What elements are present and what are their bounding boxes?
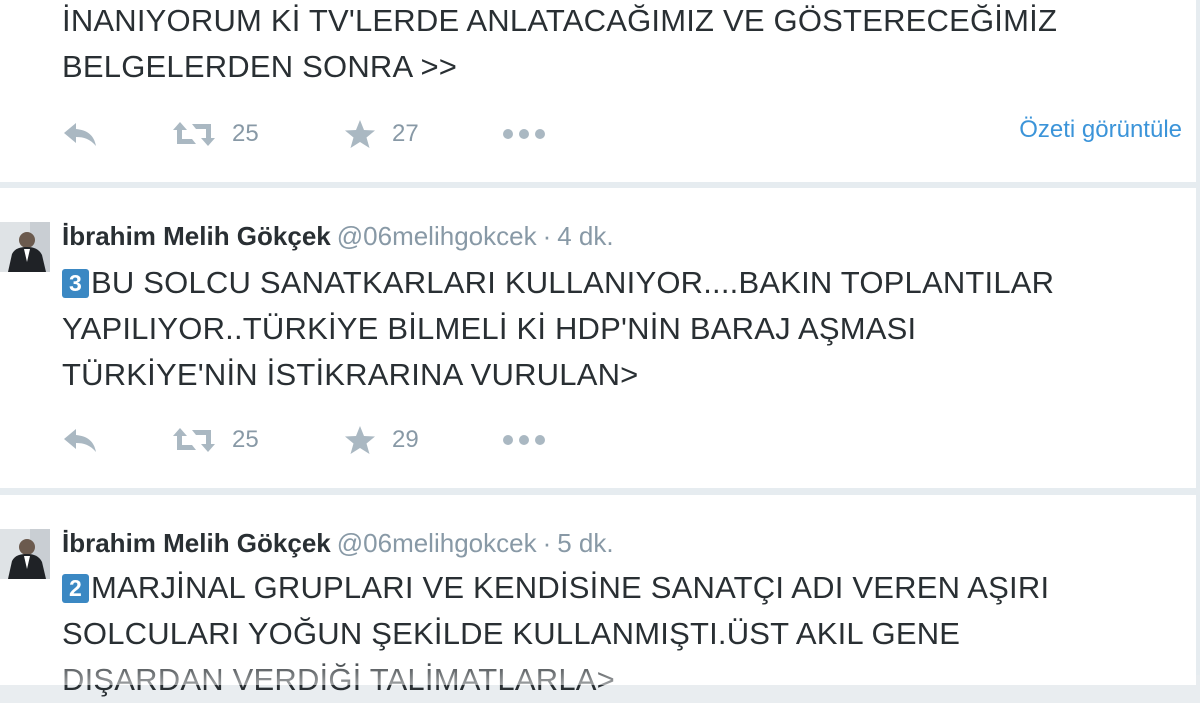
star-icon: [345, 120, 375, 148]
avatar[interactable]: [0, 529, 50, 579]
tweet-text-line: DIŞARDAN VERDİĞİ TALİMATLARLA>: [62, 662, 615, 697]
tweet-text: 2 MARJİNAL GRUPLARI VE KENDİSİNE SANATÇI …: [62, 565, 1156, 703]
timeline: İNANIYORUM Kİ TV'LERDE ANLATACAĞIMIZ VE …: [0, 0, 1200, 697]
keycap-number-emoji: 2: [62, 574, 89, 603]
retweet-icon: [173, 122, 215, 146]
profile-photo: [0, 222, 50, 272]
star-icon: [345, 426, 375, 454]
favorite-count: 29: [392, 426, 419, 453]
tweet-text-line: YAPILIYOR..TÜRKİYE BİLMELİ Kİ HDP'NİN BA…: [62, 311, 917, 346]
more-button[interactable]: [502, 114, 546, 154]
tweet[interactable]: İbrahim Melih Gökçek @06melihgokcek · 4 dk.…: [0, 188, 1196, 488]
timestamp[interactable]: 5 dk.: [557, 528, 613, 558]
tweet-text: 3 BU SOLCU SANATKARLARI KULLANIYOR....BAK…: [62, 260, 1156, 398]
tweet-actions: 25 27 Özeti görüntüle: [62, 114, 1182, 154]
tweet-text: İNANIYORUM Kİ TV'LERDE ANLATACAĞIMIZ VE …: [62, 0, 1156, 90]
more-button[interactable]: [502, 420, 546, 460]
reply-icon: [64, 429, 96, 452]
retweet-button[interactable]: 25: [172, 114, 259, 154]
profile-photo: [0, 529, 50, 579]
tweet-text-line: İNANIYORUM Kİ TV'LERDE ANLATACAĞIMIZ VE …: [62, 3, 1058, 38]
author-username[interactable]: @06melihgokcek: [337, 528, 537, 558]
tweet-text-line: SOLCULARI YOĞUN ŞEKİLDE KULLANMIŞTI.ÜST …: [62, 616, 961, 651]
tweet-actions: 25 29: [62, 420, 1182, 460]
retweet-icon: [173, 428, 215, 452]
separator: ·: [542, 221, 552, 251]
expand-link[interactable]: Özeti görüntüle: [1019, 116, 1182, 144]
tweet-header: İbrahim Melih Gökçek @06melihgokcek · 4 dk.: [62, 221, 614, 252]
tweet[interactable]: İNANIYORUM Kİ TV'LERDE ANLATACAĞIMIZ VE …: [0, 0, 1196, 182]
tweet-header: İbrahim Melih Gökçek @06melihgokcek · 5 dk.: [62, 528, 614, 559]
keycap-number-emoji: 3: [62, 269, 89, 298]
reply-icon: [64, 123, 96, 146]
tweet[interactable]: İbrahim Melih Gökçek @06melihgokcek · 5 dk.…: [0, 495, 1196, 697]
tweet-text-line: MARJİNAL GRUPLARI VE KENDİSİNE SANATÇI A…: [91, 570, 1050, 605]
author-name[interactable]: İbrahim Melih Gökçek: [62, 528, 331, 558]
retweet-count: 25: [232, 426, 259, 453]
tweet-text-line: BELGELERDEN SONRA >>: [62, 49, 458, 84]
reply-button[interactable]: [62, 420, 98, 460]
tweet-text-line: TÜRKİYE'NİN İSTİKRARINA VURULAN>: [62, 357, 639, 392]
more-icon: [503, 435, 545, 445]
favorite-button[interactable]: 29: [344, 420, 419, 460]
favorite-count: 27: [392, 120, 419, 147]
tweet-text-line: BU SOLCU SANATKARLARI KULLANIYOR....BAKI…: [91, 265, 1055, 300]
retweet-button[interactable]: 25: [172, 420, 259, 460]
author-username[interactable]: @06melihgokcek: [337, 221, 537, 251]
avatar[interactable]: [0, 222, 50, 272]
author-name[interactable]: İbrahim Melih Gökçek: [62, 221, 331, 251]
more-icon: [503, 129, 545, 139]
separator: ·: [542, 528, 552, 558]
retweet-count: 25: [232, 120, 259, 147]
reply-button[interactable]: [62, 114, 98, 154]
timestamp[interactable]: 4 dk.: [557, 221, 613, 251]
favorite-button[interactable]: 27: [344, 114, 419, 154]
